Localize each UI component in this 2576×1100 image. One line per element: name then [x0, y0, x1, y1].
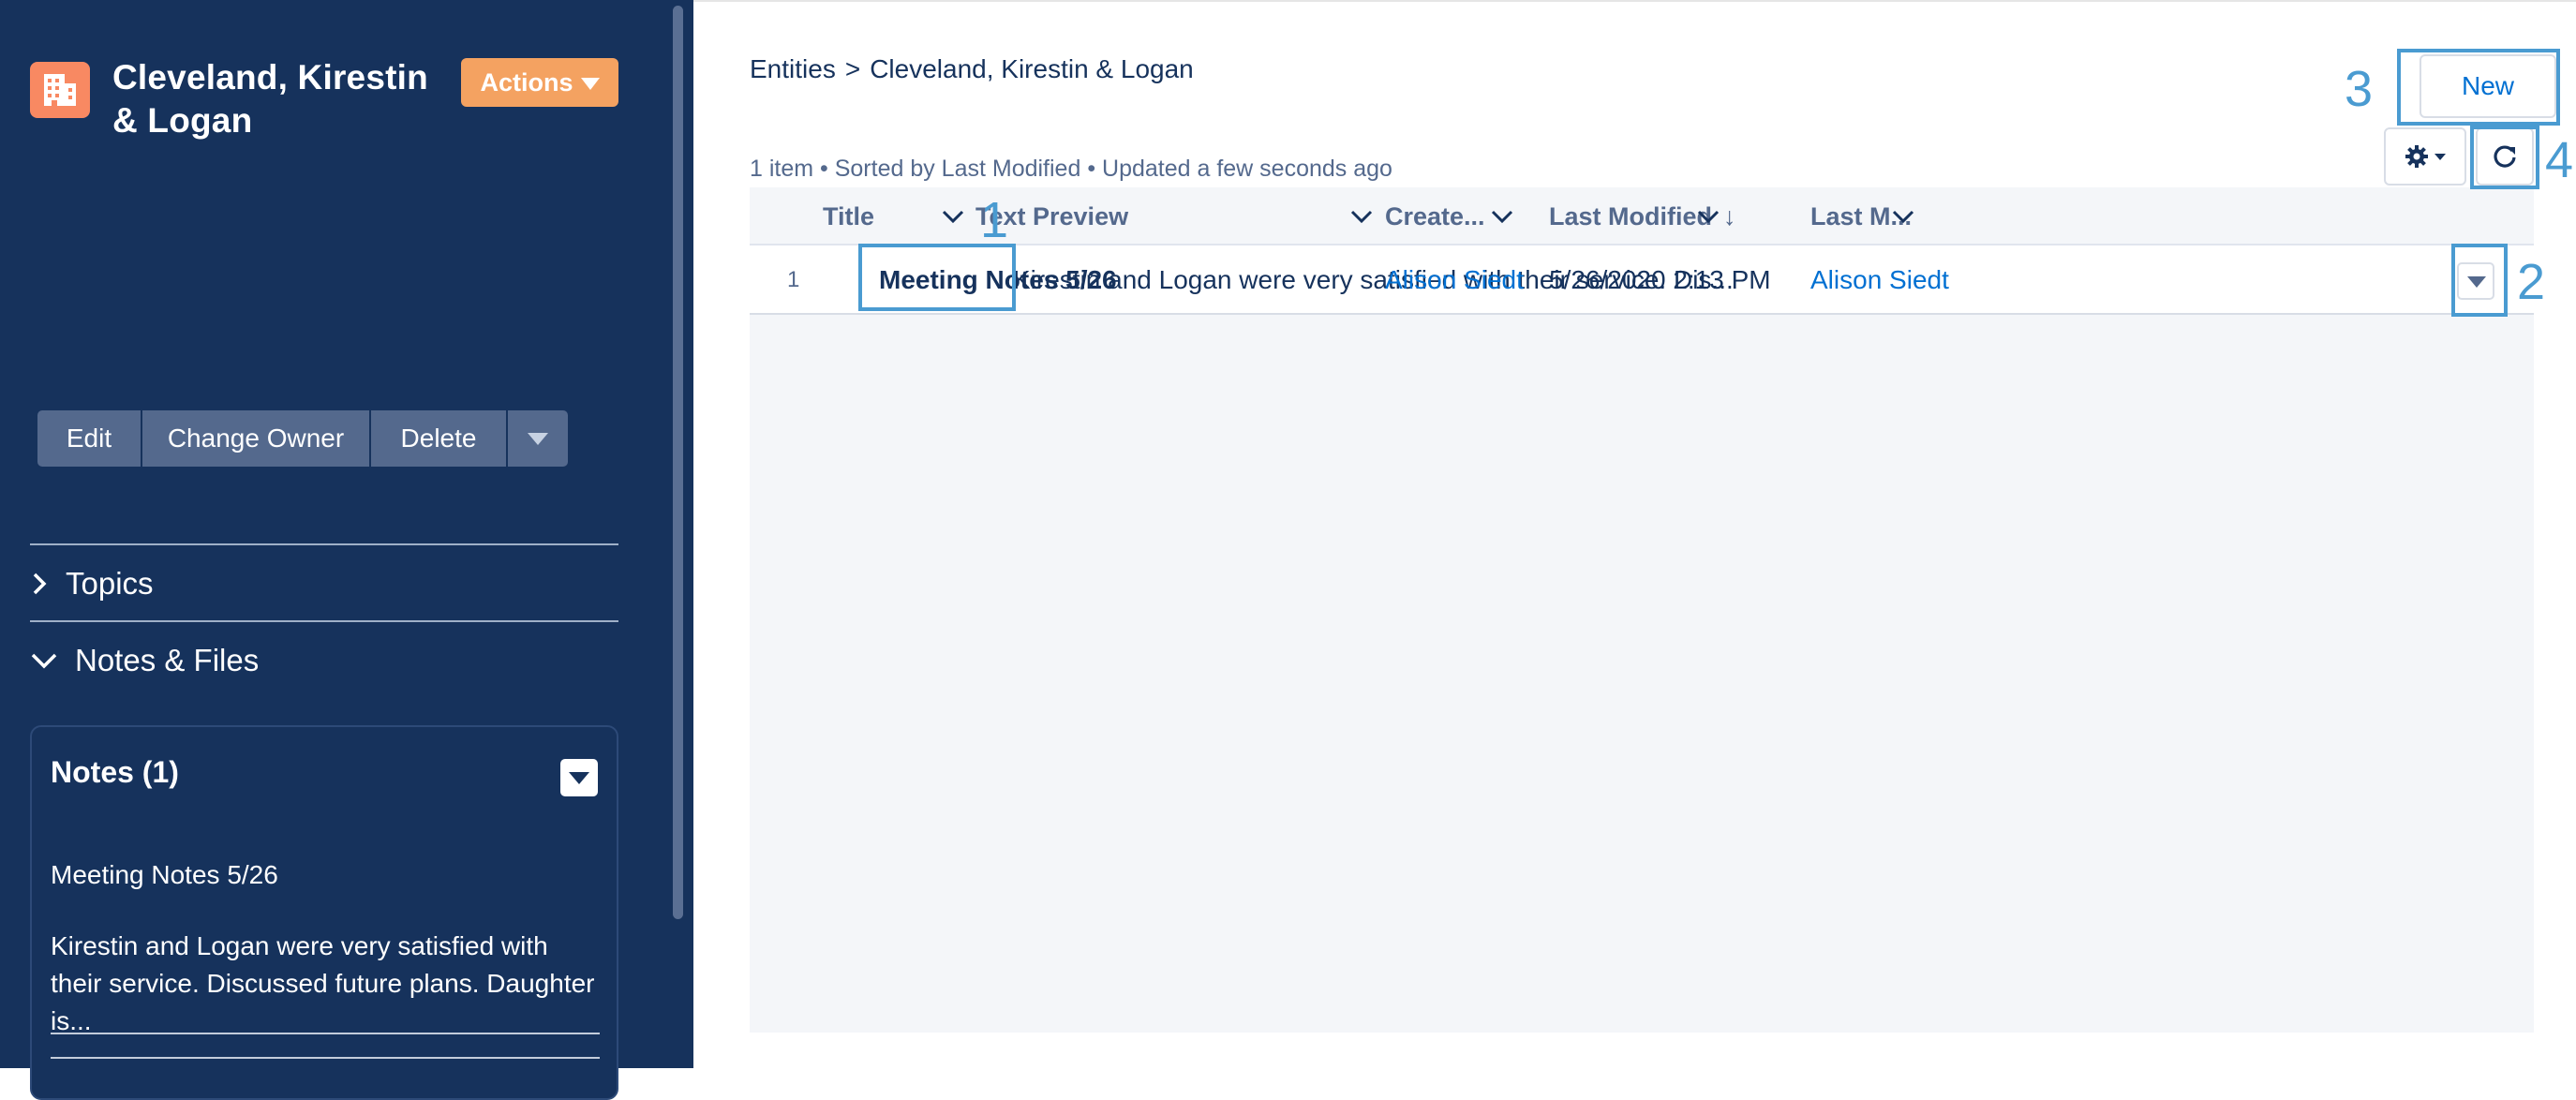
chevron-down-icon	[942, 210, 964, 224]
annotation-label-4: 4	[2545, 132, 2574, 188]
column-menu-last-modified-by[interactable]	[1891, 187, 1915, 245]
related-list-main: Entities > Cleveland, Kirestin & Logan 1…	[693, 0, 2576, 1068]
list-status-text: 1 item • Sorted by Last Modified • Updat…	[750, 156, 1392, 182]
change-owner-button[interactable]: Change Owner	[142, 410, 371, 467]
chevron-down-icon	[580, 78, 600, 90]
sort-arrow-icon: ↓	[1723, 201, 1736, 230]
divider	[51, 1057, 600, 1059]
notes-table: Title Text Preview Create... Last Modifi…	[750, 187, 2534, 1033]
actions-label: Actions	[480, 67, 573, 97]
notes-card-menu-button[interactable]	[560, 759, 598, 796]
actions-button[interactable]: Actions	[461, 58, 618, 107]
last-modified-by-link[interactable]: Alison Siedt	[1810, 245, 1949, 315]
gear-icon	[2405, 145, 2428, 168]
chevron-down-icon	[569, 772, 589, 784]
record-title: Cleveland, Kirestin & Logan	[112, 58, 428, 140]
list-settings-button[interactable]	[2384, 127, 2466, 186]
divider	[30, 620, 618, 622]
chevron-right-icon	[33, 572, 47, 595]
notes-card: Notes (1) Meeting Notes 5/26 Kirestin an…	[30, 725, 618, 1100]
notes-files-section-header[interactable]: Notes & Files	[30, 637, 259, 684]
record-action-group: Edit Change Owner Delete	[37, 410, 568, 467]
notes-card-heading[interactable]: Notes (1)	[51, 755, 179, 790]
chevron-down-icon	[528, 432, 548, 445]
breadcrumb-entities-link[interactable]: Entities	[750, 54, 836, 84]
note-title-link[interactable]: Meeting Notes 5/26	[51, 860, 278, 890]
last-modified-cell: 5/26/2020 2:13 PM	[1549, 265, 1771, 294]
new-note-button[interactable]: New	[2420, 54, 2556, 118]
edit-button[interactable]: Edit	[37, 410, 142, 467]
annotation-label-2: 2	[2517, 254, 2546, 310]
notes-files-label: Notes & Files	[75, 643, 260, 677]
more-actions-button[interactable]	[508, 410, 568, 467]
delete-button[interactable]: Delete	[371, 410, 508, 467]
column-menu-last-modified[interactable]	[1696, 187, 1720, 245]
chevron-down-icon	[31, 653, 57, 669]
chevron-down-icon	[2435, 153, 2446, 160]
topics-section-header[interactable]: Topics	[30, 560, 154, 607]
breadcrumb-record-link[interactable]: Cleveland, Kirestin & Logan	[870, 54, 1194, 84]
created-by-link[interactable]: Alison Siedt	[1385, 245, 1524, 315]
refresh-icon	[2494, 145, 2516, 168]
refresh-button[interactable]	[2476, 127, 2534, 186]
column-header-created-by[interactable]: Create...	[1385, 187, 1485, 245]
chevron-down-icon	[1350, 210, 1373, 224]
building-icon	[30, 62, 90, 118]
column-header-title[interactable]: Title	[823, 187, 874, 245]
row-number: 1	[787, 267, 800, 292]
chevron-down-icon	[1491, 210, 1513, 224]
column-menu-title[interactable]	[941, 187, 965, 245]
chevron-down-icon	[1892, 210, 1914, 224]
record-sidebar: Cleveland, Kirestin & Logan Actions Edit…	[0, 0, 693, 1100]
topics-label: Topics	[66, 566, 154, 601]
annotation-label-3: 3	[2345, 61, 2374, 117]
last-modified-label: Last Modified	[1549, 201, 1712, 230]
annotation-label-1: 1	[980, 192, 1009, 248]
sidebar-scrollbar[interactable]	[673, 6, 683, 919]
breadcrumb-separator: >	[844, 54, 861, 83]
note-preview-text: Kirestin and Logan were very satisfied w…	[51, 931, 595, 1035]
column-menu-created-by[interactable]	[1490, 187, 1514, 245]
table-row: 1 Meeting Notes 5/26 Kirestin and Logan …	[750, 245, 2534, 315]
chevron-down-icon	[2467, 276, 2486, 288]
divider	[51, 1033, 600, 1034]
table-header-row: Title Text Preview Create... Last Modifi…	[750, 187, 2534, 245]
breadcrumb: Entities > Cleveland, Kirestin & Logan	[750, 54, 1194, 84]
divider	[30, 543, 618, 545]
row-actions-button[interactable]	[2457, 262, 2494, 300]
column-menu-text-preview[interactable]	[1349, 187, 1374, 245]
chevron-down-icon	[1697, 210, 1720, 224]
